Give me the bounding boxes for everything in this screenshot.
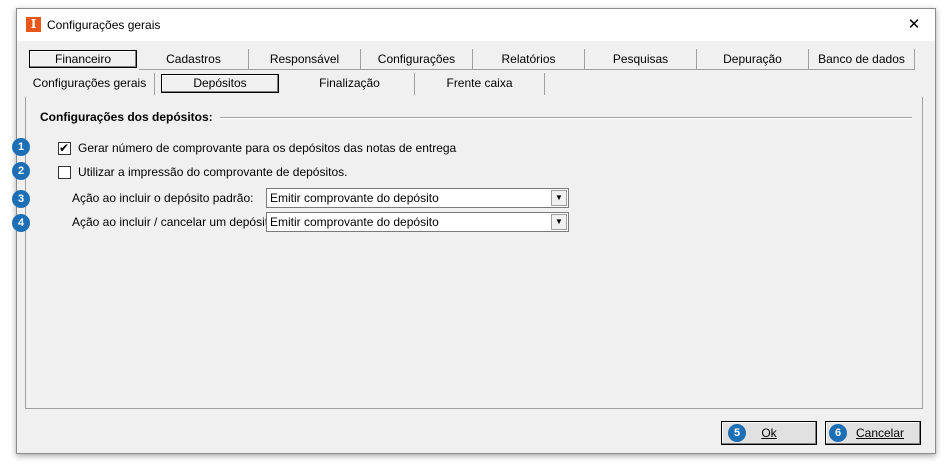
gerar-numero-option[interactable]: ✔ Gerar número de comprovante para os de… <box>58 140 456 156</box>
utilizar-impressao-label: Utilizar a impressão do comprovante de d… <box>78 165 348 179</box>
check-icon: ✔ <box>59 140 70 155</box>
subtab-depositos[interactable]: Depósitos <box>161 74 279 93</box>
acao-cancelar-select[interactable]: Emitir comprovante do depósito ▼ <box>266 212 569 232</box>
tab-relatorios[interactable]: Relatórios <box>473 49 585 70</box>
group-title: Configurações dos depósitos: <box>40 110 219 124</box>
gerar-numero-label: Gerar número de comprovante para os depó… <box>78 141 457 155</box>
utilizar-impressao-option[interactable]: Utilizar a impressão do comprovante de d… <box>58 164 347 180</box>
tab-responsavel[interactable]: Responsável <box>249 49 361 70</box>
callout-badge-5: 5 <box>728 424 746 442</box>
subtab-configuracoes-gerais[interactable]: Configurações gerais <box>25 73 155 95</box>
app-logo-icon: I <box>26 17 41 32</box>
callout-badge-6: 6 <box>829 424 847 442</box>
main-tab-strip: Financeiro Cadastros Responsável Configu… <box>25 49 915 71</box>
acao-cancelar-label: Ação ao incluir / cancelar um depósito: <box>72 215 279 229</box>
subtab-frente-caixa[interactable]: Frente caixa <box>415 73 545 95</box>
subtab-finalizacao[interactable]: Finalização <box>285 73 415 95</box>
settings-window: I Configurações gerais ✕ Financeiro Cada… <box>12 8 936 454</box>
utilizar-impressao-checkbox[interactable] <box>58 165 71 179</box>
tab-pesquisas[interactable]: Pesquisas <box>585 49 697 70</box>
tab-depuracao[interactable]: Depuração <box>697 49 809 70</box>
dropdown-arrow-icon[interactable]: ▼ <box>551 190 567 206</box>
callout-badge-1: 1 <box>12 138 30 156</box>
callout-badge-2: 2 <box>12 162 30 180</box>
window-title: Configurações gerais <box>47 18 161 32</box>
callout-badge-4: 4 <box>12 214 30 232</box>
acao-cancelar-value: Emitir comprovante do depósito <box>270 215 439 229</box>
button-bar: Ok 5 Cancelar 6 <box>25 417 923 447</box>
gerar-numero-checkbox[interactable]: ✔ <box>58 140 71 155</box>
callout-badge-3: 3 <box>12 190 30 208</box>
cancel-button-label: Cancelar <box>855 426 905 440</box>
acao-padrao-value: Emitir comprovante do depósito <box>270 191 439 205</box>
tab-configuracoes[interactable]: Configurações <box>361 49 473 70</box>
tab-cadastros[interactable]: Cadastros <box>139 49 249 70</box>
title-bar: I Configurações gerais ✕ <box>17 9 935 41</box>
acao-padrao-label: Ação ao incluir o depósito padrão: <box>72 191 254 205</box>
group-divider <box>220 117 912 119</box>
ok-button-label: Ok <box>761 426 777 440</box>
depositos-panel: Configurações dos depósitos: 1 ✔ Gerar n… <box>12 97 923 409</box>
close-button[interactable]: ✕ <box>899 13 929 37</box>
dropdown-arrow-icon[interactable]: ▼ <box>551 214 567 230</box>
acao-padrao-select[interactable]: Emitir comprovante do depósito ▼ <box>266 188 569 208</box>
tab-financeiro[interactable]: Financeiro <box>29 50 137 68</box>
dialog-client-area: Financeiro Cadastros Responsável Configu… <box>12 41 935 453</box>
sub-tab-strip: Configurações gerais Depósitos Finalizaç… <box>25 73 915 97</box>
tab-banco-de-dados[interactable]: Banco de dados <box>809 49 915 70</box>
